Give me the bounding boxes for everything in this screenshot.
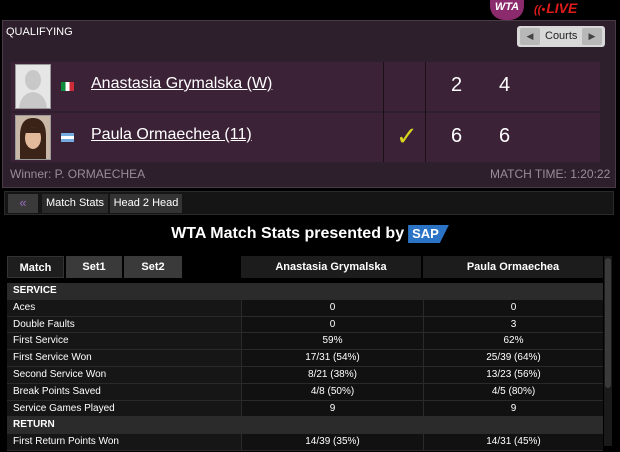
table-row: Service Games Played 9 9 xyxy=(7,400,603,418)
table-row: Double Faults 0 3 xyxy=(7,316,603,334)
next-court-button[interactable]: ▶ xyxy=(582,28,602,45)
section-row: RETURN xyxy=(7,417,603,435)
stat-value xyxy=(423,283,603,299)
stat-value: 3 xyxy=(423,316,603,333)
stat-value: 4/5 (80%) xyxy=(423,383,603,400)
stat-label: First Service Won xyxy=(7,350,241,366)
player-name[interactable]: Paula Ormaechea (11) xyxy=(91,126,252,144)
player-row: Anastasia Grymalska (W) 2 4 xyxy=(11,62,600,111)
round-label: QUALIFYING xyxy=(6,26,73,38)
column-header-player2: Paula Ormaechea xyxy=(423,256,603,278)
winner-check-icon: ✓ xyxy=(396,121,418,151)
set-score: 6 xyxy=(499,125,511,147)
stat-label: Aces xyxy=(7,299,241,316)
column-divider xyxy=(425,62,426,162)
courts-selector: ◀ Courts ▶ xyxy=(517,26,605,47)
stat-value xyxy=(241,417,423,434)
stat-value: 14/39 (35%) xyxy=(241,434,423,450)
scrollbar-thumb[interactable] xyxy=(605,258,611,388)
stat-value: 13/23 (56%) xyxy=(423,366,603,383)
stat-label: Break Points Saved xyxy=(7,383,241,400)
double-chevron-left-icon: « xyxy=(19,195,27,210)
courts-label: Courts xyxy=(545,30,578,42)
stat-label: Double Faults xyxy=(7,316,241,333)
match-button[interactable]: Match xyxy=(7,256,64,278)
stat-value: 59% xyxy=(241,333,423,350)
stat-value: 0 xyxy=(423,299,603,316)
player-row: Paula Ormaechea (11) ✓ 6 6 xyxy=(11,113,600,162)
column-divider xyxy=(383,62,384,162)
stats-table: SERVICE Aces 0 0 Double Faults 0 3 First Servic… xyxy=(7,283,603,451)
set1-button[interactable]: Set1 xyxy=(66,256,122,278)
stat-label: Service Games Played xyxy=(7,400,241,417)
top-bar xyxy=(0,0,620,20)
stats-heading: WTA Match Stats presented by SAP xyxy=(0,225,620,243)
stat-value: 25/39 (64%) xyxy=(423,350,603,366)
table-row: First Return Points Won 14/39 (35%) 14/31 … xyxy=(7,434,603,451)
stats-title: WTA Match Stats presented by xyxy=(171,225,405,243)
table-row: First Service Won 17/31 (54%) 25/39 (64%) xyxy=(7,350,603,367)
tab-head-2-head[interactable]: Head 2 Head xyxy=(110,194,182,213)
stat-value: 8/21 (38%) xyxy=(241,366,423,383)
table-row: Second Service Won 8/21 (38%) 13/23 (56%) xyxy=(7,366,603,384)
stat-value: 9 xyxy=(241,400,423,417)
set2-button[interactable]: Set2 xyxy=(124,256,182,278)
back-button[interactable]: « xyxy=(8,194,38,213)
player-photo xyxy=(15,115,51,160)
live-signal-icon: ((• xyxy=(534,4,546,16)
live-label: LIVE xyxy=(546,0,578,16)
set-score: 6 xyxy=(451,125,463,147)
set-score: 4 xyxy=(499,74,511,96)
stat-value: 4/8 (50%) xyxy=(241,383,423,400)
sap-logo: SAP xyxy=(408,225,449,243)
table-row: First Service 59% 62% xyxy=(7,333,603,351)
stat-label: First Return Points Won xyxy=(7,434,241,450)
stat-label: RETURN xyxy=(7,417,241,434)
winner-text: Winner: P. ORMAECHEA xyxy=(10,167,146,181)
column-header-player1: Anastasia Grymalska xyxy=(241,256,421,278)
table-row: Break Points Saved 4/8 (50%) 4/5 (80%) xyxy=(7,383,603,401)
section-row: SERVICE xyxy=(7,283,603,300)
stat-value: 0 xyxy=(241,299,423,316)
prev-court-button[interactable]: ◀ xyxy=(520,28,540,45)
stat-label: Second Service Won xyxy=(7,366,241,383)
argentina-flag-icon xyxy=(61,133,74,142)
player-name[interactable]: Anastasia Grymalska (W) xyxy=(91,75,272,93)
tab-match-stats[interactable]: Match Stats xyxy=(42,194,108,213)
stat-value: 17/31 (54%) xyxy=(241,350,423,366)
stat-label: First Service xyxy=(7,333,241,350)
live-logo[interactable]: ((•LIVE xyxy=(534,0,577,16)
stat-value: 62% xyxy=(423,333,603,350)
chevron-right-icon: ▶ xyxy=(588,31,596,41)
chevron-left-icon: ◀ xyxy=(526,31,534,41)
stat-value: 0 xyxy=(241,316,423,333)
stat-value: 9 xyxy=(423,400,603,417)
stat-label: SERVICE xyxy=(7,283,241,299)
stat-value xyxy=(423,417,603,434)
player-photo-placeholder xyxy=(15,64,51,109)
table-row: Aces 0 0 xyxy=(7,299,603,317)
set-score: 2 xyxy=(451,74,463,96)
stat-value: 14/31 (45%) xyxy=(423,434,603,450)
stat-value xyxy=(241,283,423,299)
players-table: Anastasia Grymalska (W) 2 4 Paula Ormaec… xyxy=(11,62,600,162)
match-time: MATCH TIME: 1:20:22 xyxy=(490,167,611,181)
italy-flag-icon xyxy=(61,82,74,91)
